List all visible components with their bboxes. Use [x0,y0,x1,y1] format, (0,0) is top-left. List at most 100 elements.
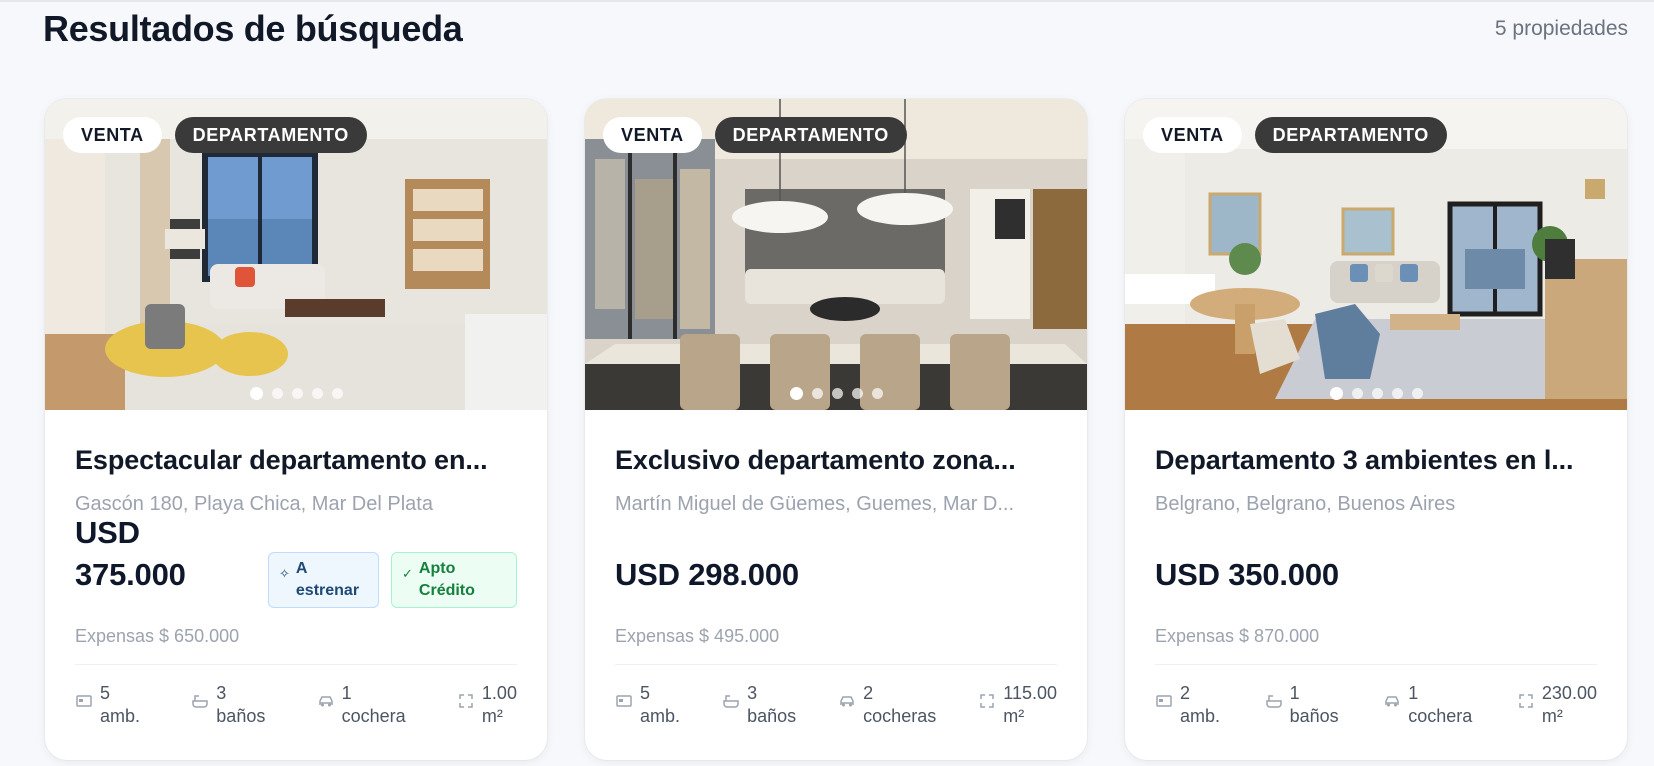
feature-value: 2 [1180,683,1191,703]
carousel-dot[interactable] [1391,388,1403,399]
carousel-dot[interactable] [789,387,803,400]
carousel-dot[interactable] [811,388,823,399]
feature-unit: baños [216,706,266,726]
badge-label: A [295,560,308,577]
sparkle-icon: ✧ [279,566,290,581]
price-value: USD 350.000 [1155,557,1339,592]
feature-area: 230.00 m² [1517,682,1597,728]
carousel-dot[interactable] [1411,388,1423,399]
features-row: 5 amb. 3 baños 1 cochera 1.00 m² [75,682,517,728]
feature-unit: amb. [100,706,141,726]
operation-chip: VENTA [603,117,702,153]
property-title[interactable]: Espectacular departamento en... [75,445,517,476]
room-icon [1156,695,1172,707]
carousel-dot[interactable] [311,388,323,399]
property-card[interactable]: VENTA DEPARTAMENTO Espectacular departam… [45,99,547,760]
badge-label: Apto [418,560,456,577]
feature-area: 1.00 m² [457,682,517,728]
feature-baths: 3 baños [722,682,796,728]
feature-unit: m² [481,706,503,726]
property-type-chip: DEPARTAMENTO [714,117,907,153]
property-photo-carousel[interactable]: VENTA DEPARTAMENTO [1125,99,1627,410]
room-icon [76,695,92,707]
bath-icon [1265,695,1282,708]
tag-chips: VENTA DEPARTAMENTO [1143,117,1447,153]
feature-unit: cochera [341,706,406,726]
expand-icon [459,694,473,708]
feature-unit: cochera [1408,706,1473,726]
operation-chip: VENTA [1143,117,1242,153]
property-card[interactable]: VENTA DEPARTAMENTO Departamento 3 ambien… [1125,99,1627,760]
car-icon [840,696,854,707]
carousel-dot[interactable] [831,388,843,399]
feature-baths: 3 baños [191,682,265,728]
divider [615,664,1057,665]
result-count: 5 propiedades [1494,17,1628,40]
divider [75,664,517,665]
feature-unit: m² [1003,706,1025,726]
carousel-dot[interactable] [271,388,283,399]
carousel-dot[interactable] [1329,387,1343,400]
features-row: 5 amb. 3 baños 2 cocheras 115.00 m² [615,682,1057,728]
feature-value: 5 [640,683,651,703]
page-title: Resultados de búsqueda [43,8,463,49]
feature-garage: 2 cocheras [838,682,936,728]
car-icon [1385,696,1400,707]
price: USD 375.000 [75,512,265,596]
carousel-dot[interactable] [1371,388,1383,399]
expensas: Expensas $ 870.000 [1155,626,1320,646]
badge-new: ✧ Aestrenar [268,552,379,608]
feature-value: 1 [1408,683,1419,703]
feature-value: 1 [1289,683,1300,703]
feature-value: 1 [341,683,352,703]
carousel-dot[interactable] [1351,388,1363,399]
feature-rooms: 5 amb. [75,682,140,728]
expand-icon [980,694,995,708]
property-title[interactable]: Exclusivo departamento zona... [615,445,1057,476]
feature-rooms: 5 amb. [615,682,680,728]
feature-value: 1.00 [481,683,517,703]
badge-label: Crédito [418,582,475,599]
carousel-dot[interactable] [871,388,883,399]
card-body: Espectacular departamento en... Gascón 1… [45,445,547,516]
price: USD 298.000 [615,554,1015,596]
tag-chips: VENTA DEPARTAMENTO [603,117,907,153]
feature-value: 230.00 [1541,683,1597,703]
feature-unit: m² [1541,706,1563,726]
property-photo-carousel[interactable]: VENTA DEPARTAMENTO [585,99,1087,410]
property-type-chip: DEPARTAMENTO [174,117,367,153]
feature-value: 115.00 [1003,683,1057,703]
property-card[interactable]: VENTA DEPARTAMENTO Exclusivo departament… [585,99,1087,760]
carousel-dot[interactable] [291,388,303,399]
card-body: Exclusivo departamento zona... Martín Mi… [585,445,1087,516]
carousel-dot[interactable] [851,388,863,399]
feature-value: 5 [100,683,111,703]
feature-area: 115.00 m² [978,682,1057,728]
property-type-chip: DEPARTAMENTO [1254,117,1447,153]
property-address: Martín Miguel de Güemes, Guemes, Mar D..… [615,493,1015,515]
expensas: Expensas $ 495.000 [615,626,780,646]
feature-garage: 1 cochera [317,682,406,728]
carousel-dots [45,387,547,400]
feature-unit: baños [747,706,797,726]
feature-unit: amb. [1180,706,1221,726]
check-icon: ✓ [402,566,413,581]
carousel-dots [585,387,1087,400]
top-border [0,0,1654,2]
price-value: USD 298.000 [615,557,799,592]
feature-unit: amb. [640,706,681,726]
feature-value: 3 [216,683,227,703]
price: USD 350.000 [1155,554,1555,596]
room-icon [616,695,632,707]
expensas: Expensas $ 650.000 [75,626,240,646]
property-photo-carousel[interactable]: VENTA DEPARTAMENTO [45,99,547,410]
price-currency: USD [75,515,140,550]
property-title[interactable]: Departamento 3 ambientes en l... [1155,445,1597,476]
results-header: Resultados de búsqueda 5 propiedades [43,6,1628,52]
carousel-dot[interactable] [249,387,263,400]
badge-label: estrenar [295,582,360,599]
card-body: Departamento 3 ambientes en l... Belgran… [1125,445,1627,516]
feature-unit: cocheras [863,706,937,726]
feature-value: 2 [863,683,874,703]
carousel-dot[interactable] [331,388,343,399]
